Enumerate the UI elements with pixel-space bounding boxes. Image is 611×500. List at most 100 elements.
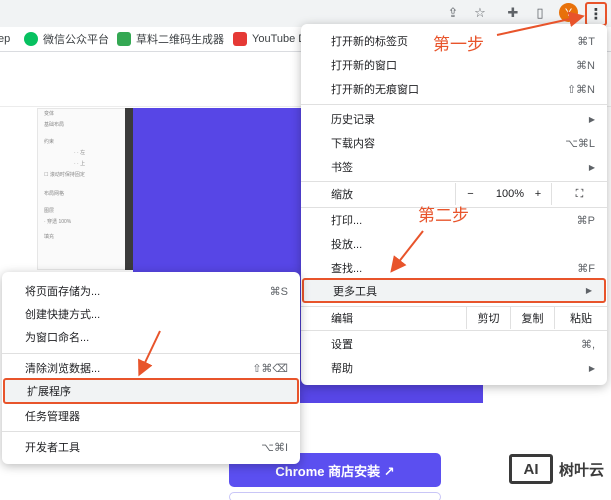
menu-item-label: 创建快捷方式... — [25, 309, 101, 321]
panel-row: 基础布局 — [44, 122, 65, 128]
menu-item-incognito[interactable]: 打开新的无痕窗口 ⇧⌘N — [301, 78, 607, 100]
bookmark-item[interactable]: ep — [0, 31, 10, 47]
menu-item-label: 打印... — [331, 215, 363, 227]
chevron-right-icon: ▶ — [588, 114, 595, 124]
annotation-step2: 第二步 — [418, 206, 469, 226]
bookmark-label: YouTube D — [252, 33, 307, 45]
edit-label: 编辑 — [331, 313, 353, 325]
menu-item-downloads[interactable]: 下载内容 ⌥⌘L — [301, 132, 607, 154]
menu-item-label: 帮助 — [331, 363, 353, 375]
bookmark-item[interactable]: 草料二维码生成器 — [117, 31, 224, 47]
qrcode-icon — [117, 32, 131, 46]
panel-row: 布局网格 — [44, 191, 65, 197]
watermark-text: 树叶云 — [559, 461, 605, 479]
wechat-icon — [24, 32, 38, 46]
download-icon — [233, 32, 247, 46]
avatar[interactable]: Y — [559, 3, 578, 22]
submenu-item-save-page[interactable]: 将页面存储为... ⌘S — [2, 280, 300, 302]
menu-item-shortcut: ⇧⌘N — [566, 83, 595, 96]
menu-item-label: 下载内容 — [331, 138, 375, 150]
menu-item-label: 投放... — [331, 239, 363, 251]
menu-item-label: 书签 — [331, 162, 353, 174]
menu-item-label: 打开新的无痕窗口 — [331, 84, 419, 96]
star-icon[interactable]: ☆ — [470, 3, 490, 23]
menu-item-label: 打开新的窗口 — [331, 60, 397, 72]
kebab-menu-icon[interactable]: ⋮ — [585, 2, 607, 26]
browser-toolbar: ⇪ ☆ ✚ ▯ Y ⋮ — [0, 0, 611, 27]
menu-item-shortcut: ⇧⌘⌫ — [252, 362, 288, 375]
menu-item-label: 设置 — [331, 339, 353, 351]
more-tools-submenu: 将页面存储为... ⌘S 创建快捷方式... 为窗口命名... 清除浏览数据..… — [2, 272, 300, 464]
panel-row: 变体 — [44, 111, 55, 117]
menu-separator — [2, 431, 300, 432]
menu-separator — [301, 330, 607, 331]
menu-item-settings[interactable]: 设置 ⌘, — [301, 333, 607, 355]
menu-item-label: 历史记录 — [331, 114, 375, 126]
chevron-right-icon: ▶ — [585, 286, 592, 295]
menu-item-label: 扩展程序 — [27, 386, 71, 398]
submenu-item-task-manager[interactable]: 任务管理器 — [2, 405, 300, 427]
menu-item-shortcut: ⌘N — [576, 59, 595, 72]
menu-item-find[interactable]: 查找... ⌘F — [301, 257, 607, 279]
submenu-item-clear-data[interactable]: 清除浏览数据... ⇧⌘⌫ — [2, 357, 300, 379]
menu-item-bookmarks[interactable]: 书签 ▶ — [301, 156, 607, 178]
bookmark-item[interactable]: 微信公众平台 — [24, 31, 109, 47]
bookmark-label: 微信公众平台 — [43, 34, 109, 46]
panel-row: · · 左 — [74, 150, 86, 156]
bookmark-label: 草料二维码生成器 — [136, 34, 224, 46]
bookmark-label: ep — [0, 33, 11, 45]
menu-item-shortcut: ⌘T — [577, 35, 595, 48]
menu-edit-row: 编辑 剪切 复制 粘贴 — [301, 307, 607, 329]
menu-item-label: 将页面存储为... — [25, 286, 101, 298]
cut-button[interactable]: 剪切 — [466, 307, 510, 329]
menu-item-shortcut: ⌘P — [576, 214, 595, 227]
menu-item-label: 任务管理器 — [25, 411, 80, 423]
menu-item-label: 更多工具 — [333, 285, 377, 298]
submenu-item-name-window[interactable]: 为窗口命名... — [2, 326, 300, 348]
zoom-label: 缩放 — [331, 189, 353, 201]
chevron-right-icon: ▶ — [588, 162, 595, 172]
menu-item-shortcut: ⌘, — [580, 338, 595, 351]
menu-separator — [2, 353, 300, 354]
menu-item-shortcut: ⌥⌘I — [261, 441, 288, 454]
panel-row: 填充 — [44, 234, 55, 240]
paste-button[interactable]: 粘贴 — [554, 307, 607, 329]
menu-item-help[interactable]: 帮助 ▶ — [301, 357, 607, 379]
bookmark-item[interactable]: YouTube D — [233, 31, 306, 47]
fullscreen-icon[interactable]: ⛶ — [551, 183, 607, 205]
menu-item-label: 查找... — [331, 263, 363, 275]
panel-row: · · 上 — [74, 161, 86, 167]
menu-item-label: 打开新的标签页 — [331, 36, 408, 48]
panel-row: 约束 — [44, 139, 55, 145]
menu-item-cast[interactable]: 投放... — [301, 233, 607, 255]
menu-item-new-window[interactable]: 打开新的窗口 ⌘N — [301, 54, 607, 76]
menu-separator — [301, 104, 607, 105]
zoom-in-button[interactable]: + — [525, 183, 551, 205]
watermark-logo: AI — [509, 454, 553, 484]
panel-row: 图层 — [44, 208, 55, 214]
menu-item-label: 开发者工具 — [25, 442, 80, 454]
menu-item-label: 为窗口命名... — [25, 332, 90, 344]
menu-item-label: 清除浏览数据... — [25, 363, 101, 375]
extensions-icon[interactable]: ✚ — [503, 3, 523, 23]
submenu-item-create-shortcut[interactable]: 创建快捷方式... — [2, 303, 300, 325]
menu-separator — [301, 181, 607, 182]
secondary-button[interactable] — [229, 492, 441, 500]
share-icon[interactable]: ⇪ — [443, 3, 463, 23]
menu-item-shortcut: ⌘F — [577, 262, 595, 275]
menu-item-shortcut: ⌥⌘L — [565, 137, 595, 150]
watermark: AI 树叶云 — [509, 454, 604, 484]
sidepanel-icon[interactable]: ▯ — [530, 3, 550, 23]
menu-item-history[interactable]: 历史记录 ▶ — [301, 108, 607, 130]
copy-button[interactable]: 复制 — [510, 307, 554, 329]
panel-row: ☐ 滚动时保持固定 — [44, 172, 85, 178]
panel-divider — [125, 108, 133, 270]
annotation-step1: 第一步 — [433, 35, 484, 55]
chevron-right-icon: ▶ — [588, 363, 595, 373]
design-side-panel: 变体 基础布局 约束 · · 左 · · 上 ☐ 滚动时保持固定 布局网格 图层… — [37, 108, 129, 270]
menu-item-more-tools[interactable]: 更多工具 ▶ — [302, 278, 606, 303]
menu-item-shortcut: ⌘S — [269, 285, 288, 298]
submenu-item-extensions[interactable]: 扩展程序 — [3, 378, 299, 404]
panel-row: · 穿透 100% — [44, 219, 72, 225]
submenu-item-devtools[interactable]: 开发者工具 ⌥⌘I — [2, 436, 300, 458]
